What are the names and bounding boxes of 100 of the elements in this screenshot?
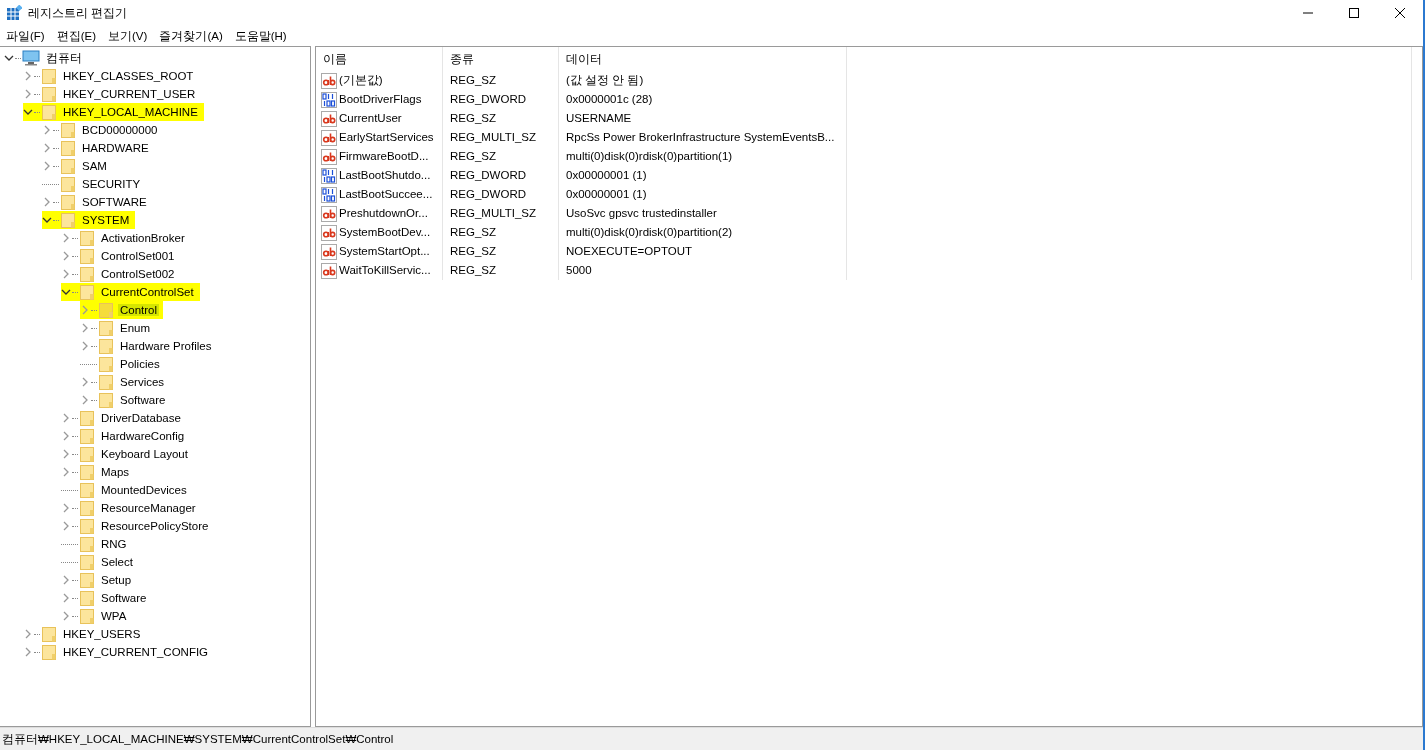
tree-label[interactable]: Setup <box>99 574 134 586</box>
tree-label[interactable]: Policies <box>118 358 162 370</box>
tree-item[interactable]: CurrentControlSet <box>61 283 200 301</box>
chevron-right-icon[interactable] <box>61 467 71 477</box>
tree-item[interactable]: ResourcePolicyStore <box>61 517 215 535</box>
tree-item[interactable]: Enum <box>80 319 157 337</box>
chevron-right-icon[interactable] <box>42 197 52 207</box>
chevron-down-icon[interactable] <box>42 215 52 225</box>
tree-label[interactable]: DriverDatabase <box>99 412 183 424</box>
tree-item[interactable]: 컴퓨터 <box>4 49 88 67</box>
tree-label[interactable]: ResourceManager <box>99 502 198 514</box>
tree-label[interactable]: SAM <box>80 160 109 172</box>
tree-label[interactable]: Maps <box>99 466 132 478</box>
chevron-right-icon[interactable] <box>80 305 90 315</box>
chevron-down-icon[interactable] <box>23 107 33 117</box>
tree-label[interactable]: Hardware Profiles <box>118 340 214 352</box>
tree-item[interactable]: BCD00000000 <box>42 121 164 139</box>
tree-item[interactable]: SECURITY <box>42 175 147 193</box>
tree-label[interactable]: CurrentControlSet <box>99 286 196 298</box>
tree-item[interactable]: WPA <box>61 607 133 625</box>
chevron-right-icon[interactable] <box>42 125 52 135</box>
tree-item[interactable]: ControlSet001 <box>61 247 181 265</box>
tree-label[interactable]: BCD00000000 <box>80 124 160 136</box>
tree-label[interactable]: HKEY_LOCAL_MACHINE <box>61 106 200 118</box>
tree-item[interactable]: Maps <box>61 463 136 481</box>
tree-item[interactable]: Hardware Profiles <box>80 337 218 355</box>
tree-item[interactable]: Software <box>80 391 172 409</box>
tree-item[interactable]: Software <box>61 589 153 607</box>
tree-label[interactable]: ControlSet002 <box>99 268 177 280</box>
chevron-right-icon[interactable] <box>80 323 90 333</box>
tree-label[interactable]: Control <box>118 304 160 316</box>
tree-item[interactable]: SYSTEM <box>42 211 136 229</box>
tree-label[interactable]: Keyboard Layout <box>99 448 190 460</box>
menu-item[interactable]: 파일(F) <box>0 28 51 44</box>
tree-label[interactable]: WPA <box>99 610 129 622</box>
tree-item[interactable]: MountedDevices <box>61 481 193 499</box>
tree-item[interactable]: HARDWARE <box>42 139 155 157</box>
tree-label[interactable]: HKEY_CLASSES_ROOT <box>61 70 196 82</box>
chevron-right-icon[interactable] <box>23 71 33 81</box>
chevron-right-icon[interactable] <box>61 611 71 621</box>
tree-item[interactable]: SOFTWARE <box>42 193 153 211</box>
menu-item[interactable]: 도움말(H) <box>228 28 293 44</box>
chevron-right-icon[interactable] <box>61 233 71 243</box>
chevron-right-icon[interactable] <box>80 395 90 405</box>
column-header[interactable]: 이름 <box>316 47 443 71</box>
tree-label[interactable]: Software <box>118 394 168 406</box>
tree-item[interactable]: Select <box>61 553 139 571</box>
tree-item[interactable]: ResourceManager <box>61 499 202 517</box>
tree-label[interactable]: HARDWARE <box>80 142 151 154</box>
tree-label[interactable]: RNG <box>99 538 129 550</box>
tree-item[interactable]: SAM <box>42 157 113 175</box>
tree-item[interactable]: HKEY_CURRENT_USER <box>23 85 202 103</box>
chevron-right-icon[interactable] <box>23 89 33 99</box>
tree-label[interactable]: SECURITY <box>80 178 143 190</box>
tree-label[interactable]: Software <box>99 592 149 604</box>
tree-item[interactable]: HKEY_CLASSES_ROOT <box>23 67 200 85</box>
tree-label[interactable]: ActivationBroker <box>99 232 187 244</box>
chevron-right-icon[interactable] <box>61 575 71 585</box>
tree-label[interactable]: HardwareConfig <box>99 430 187 442</box>
tree-label[interactable]: HKEY_CURRENT_CONFIG <box>61 646 211 658</box>
chevron-right-icon[interactable] <box>23 629 33 639</box>
tree-label[interactable]: HKEY_CURRENT_USER <box>61 88 198 100</box>
chevron-right-icon[interactable] <box>61 269 71 279</box>
tree-label[interactable]: HKEY_USERS <box>61 628 143 640</box>
chevron-right-icon[interactable] <box>80 341 90 351</box>
tree-item[interactable]: HardwareConfig <box>61 427 191 445</box>
tree-label[interactable]: ControlSet001 <box>99 250 177 262</box>
tree-label[interactable]: ResourcePolicyStore <box>99 520 211 532</box>
chevron-right-icon[interactable] <box>61 413 71 423</box>
chevron-right-icon[interactable] <box>42 161 52 171</box>
chevron-right-icon[interactable] <box>61 449 71 459</box>
tree-label[interactable]: SOFTWARE <box>80 196 149 208</box>
menu-item[interactable]: 편집(E) <box>50 28 103 44</box>
tree-item[interactable]: ControlSet002 <box>61 265 181 283</box>
tree-label[interactable]: Services <box>118 376 167 388</box>
tree-item[interactable]: Keyboard Layout <box>61 445 194 463</box>
tree-item[interactable]: RNG <box>61 535 133 553</box>
tree-item[interactable]: DriverDatabase <box>61 409 187 427</box>
tree-item[interactable]: Setup <box>61 571 138 589</box>
tree-item[interactable]: Services <box>80 373 171 391</box>
tree-item[interactable]: Control <box>80 301 164 319</box>
tree-label[interactable]: 컴퓨터 <box>44 50 84 66</box>
chevron-right-icon[interactable] <box>80 377 90 387</box>
chevron-right-icon[interactable] <box>61 503 71 513</box>
column-header[interactable]: 데이터 <box>559 47 847 71</box>
chevron-right-icon[interactable] <box>42 143 52 153</box>
chevron-right-icon[interactable] <box>61 251 71 261</box>
chevron-right-icon[interactable] <box>61 593 71 603</box>
chevron-right-icon[interactable] <box>61 521 71 531</box>
chevron-down-icon[interactable] <box>4 53 14 63</box>
tree-item[interactable]: HKEY_USERS <box>23 625 147 643</box>
tree-label[interactable]: MountedDevices <box>99 484 189 496</box>
chevron-right-icon[interactable] <box>23 647 33 657</box>
tree-item[interactable]: ActivationBroker <box>61 229 191 247</box>
menu-item[interactable]: 즐겨찾기(A) <box>153 28 229 44</box>
tree-item[interactable]: Policies <box>80 355 166 373</box>
tree-label[interactable]: Select <box>99 556 135 568</box>
tree-item[interactable]: HKEY_LOCAL_MACHINE <box>23 103 204 121</box>
column-header[interactable]: 종류 <box>443 47 559 71</box>
chevron-right-icon[interactable] <box>61 431 71 441</box>
